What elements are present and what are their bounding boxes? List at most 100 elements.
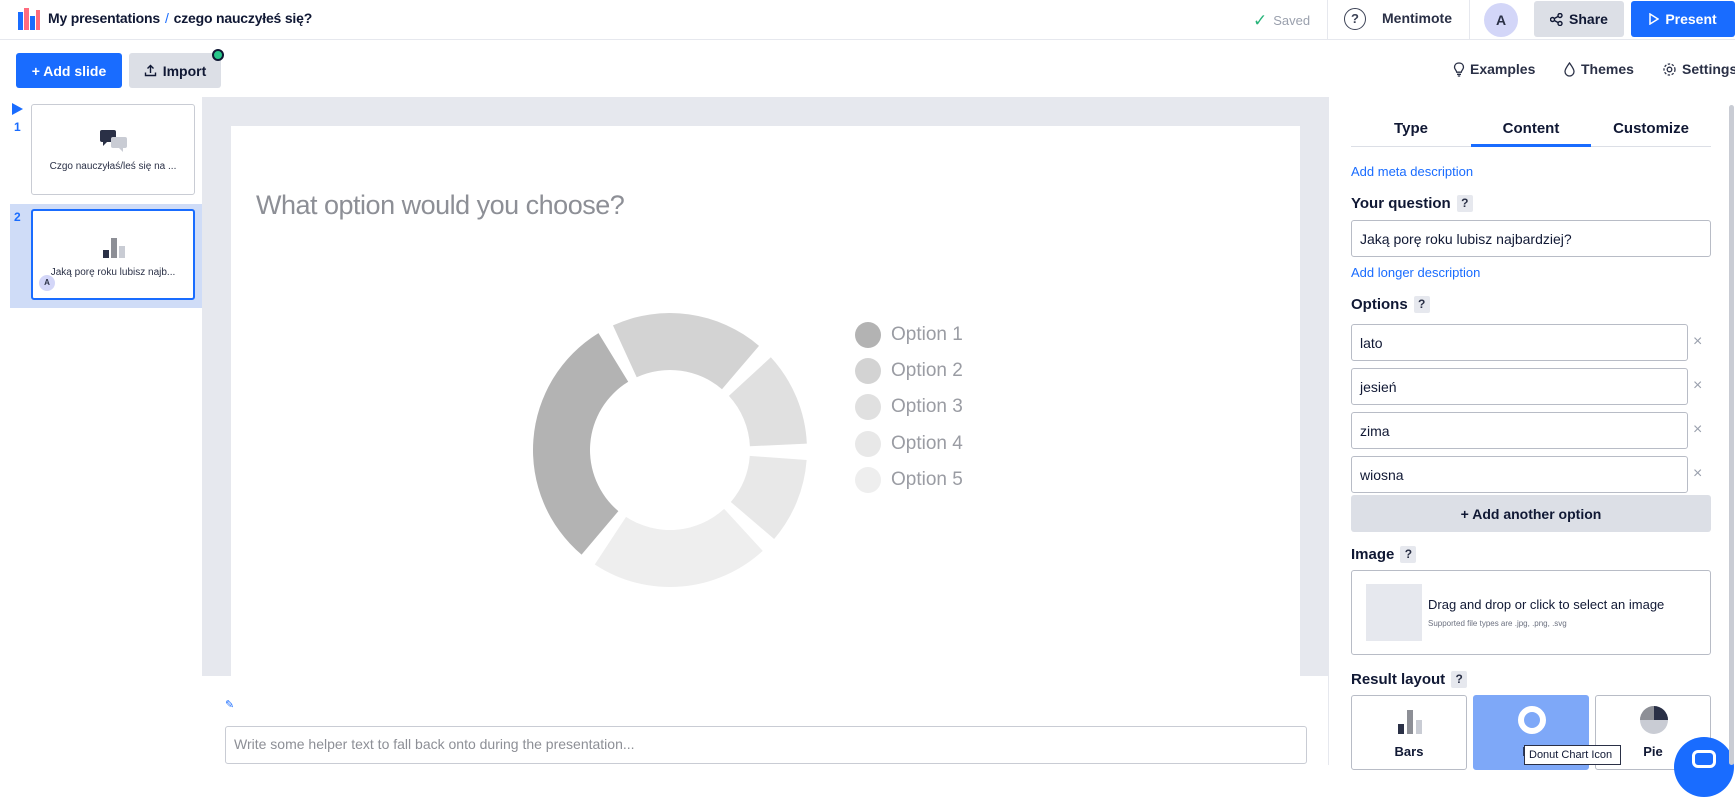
active-tab-indicator [1471,144,1591,147]
present-label: Present [1665,11,1717,27]
layout-bars-option[interactable]: Bars [1351,695,1467,770]
share-label: Share [1569,11,1608,27]
slide-thumbnail-1[interactable]: Czgo nauczyłaś/leś się na ... [31,104,195,195]
legend-dot [855,322,881,348]
legend-item: Option 2 [855,358,963,384]
remove-option-icon[interactable]: × [1693,465,1702,483]
breadcrumb-root-link[interactable]: My presentations [48,10,160,26]
legend-dot [855,358,881,384]
divider [1469,0,1470,40]
legend-dot [855,394,881,420]
add-longer-description-link[interactable]: Add longer description [1351,265,1480,280]
legend-dot [855,467,881,493]
option-input-1[interactable]: lato [1351,324,1688,361]
presentation-title[interactable]: czego nauczyłeś się? [174,10,313,26]
settings-button[interactable]: Settings [1662,61,1735,77]
image-dropzone-text: Drag and drop or click to select an imag… [1428,597,1665,612]
option-input-2[interactable]: jesień [1351,368,1688,405]
import-button[interactable]: Import [129,53,221,88]
chat-icon [1692,750,1716,768]
options-label: Options? [1351,296,1430,313]
add-slide-button[interactable]: + Add slide [16,53,122,88]
speaker-notes-input[interactable]: Write some helper text to fall back onto… [225,726,1307,764]
remove-option-icon[interactable]: × [1693,421,1702,439]
help-icon[interactable]: ? [1400,546,1417,563]
help-icon[interactable]: ? [1456,195,1473,212]
slide-number: 1 [14,120,21,134]
chat-support-button[interactable] [1674,737,1734,797]
tab-content[interactable]: Content [1471,120,1591,137]
image-label-text: Image [1351,546,1395,563]
saved-status: ✓ Saved [1253,10,1310,30]
slide-number: 2 [14,210,21,224]
slide-thumbnail-title: Czgo nauczyłaś/leś się na ... [49,161,177,172]
donut-chart [533,313,807,587]
legend-label: Option 2 [891,360,963,381]
result-layout-label: Result layout? [1351,671,1468,688]
breadcrumb: My presentations / czego nauczyłeś się? [48,10,312,26]
gear-icon [1663,62,1676,76]
help-circle-icon[interactable]: ? [1344,8,1366,30]
remove-option-icon[interactable]: × [1693,377,1702,395]
legend-item: Option 4 [855,431,963,457]
themes-button[interactable]: Themes [1563,61,1634,77]
legend-label: Option 4 [891,433,963,454]
upload-icon [144,64,156,77]
bar-chart-icon [103,238,125,258]
legend-label: Option 5 [891,469,963,490]
share-icon [1550,12,1563,26]
image-label: Image? [1351,546,1417,563]
bar-chart-icon [1398,710,1422,734]
check-icon: ✓ [1253,11,1268,30]
breadcrumb-separator: / [164,10,169,26]
legend-label: Option 1 [891,324,963,345]
themes-label: Themes [1581,61,1634,77]
question-label: Your question? [1351,195,1473,212]
slide-thumbnail-2[interactable]: Jaką porę roku lubisz najb... [31,209,195,300]
legend-label: Option 3 [891,396,963,417]
donut-segment-5 [594,508,763,587]
option-input-4[interactable]: wiosna [1351,456,1688,493]
mentimeter-logo-icon[interactable] [18,8,40,30]
slide-list [0,97,202,765]
share-button[interactable]: Share [1534,1,1624,37]
tab-type[interactable]: Type [1351,120,1471,137]
question-label-text: Your question [1351,195,1451,212]
mentimote-button[interactable]: Mentimote [1382,10,1452,26]
remove-option-icon[interactable]: × [1693,333,1702,351]
import-label: Import [162,62,207,79]
layout-bars-label: Bars [1394,744,1424,759]
help-icon[interactable]: ? [1451,671,1468,688]
donut-chart-icon [1518,706,1546,734]
legend-item: Option 1 [855,322,963,348]
option-input-3[interactable]: zima [1351,412,1688,449]
options-label-text: Options [1351,296,1408,313]
user-avatar[interactable]: A [1484,3,1518,37]
tooltip: Donut Chart Icon [1524,745,1621,765]
examples-label: Examples [1470,61,1536,77]
current-slide-play-icon [12,103,23,115]
donut-segment-4 [730,455,807,540]
tab-customize[interactable]: Customize [1591,120,1711,137]
help-icon[interactable]: ? [1413,296,1430,313]
saved-label: Saved [1273,13,1311,28]
droplet-icon [1564,61,1575,77]
donut-segment-1 [533,333,629,555]
add-meta-description-link[interactable]: Add meta description [1351,164,1473,179]
pie-chart-icon [1640,706,1668,734]
image-dropzone-subtext: Supported file types are .jpg, .png, .sv… [1428,619,1567,628]
panel-scrollbar[interactable] [1729,105,1734,765]
question-input[interactable]: Jaką porę roku lubisz najbardziej? [1351,220,1711,257]
examples-button[interactable]: Examples [1453,61,1535,77]
donut-segment-2 [612,313,760,390]
speech-bubbles-icon [100,130,127,152]
present-button[interactable]: Present [1631,1,1735,37]
image-placeholder [1366,584,1422,641]
slide-thumbnail-title: Jaką porę roku lubisz najb... [50,267,176,278]
play-icon [1649,13,1660,25]
donut-segment-3 [728,357,807,447]
legend-dot [855,431,881,457]
pencil-icon: ✎ [225,699,235,711]
result-layout-label-text: Result layout [1351,671,1446,688]
add-another-option-button[interactable]: + Add another option [1351,495,1711,532]
